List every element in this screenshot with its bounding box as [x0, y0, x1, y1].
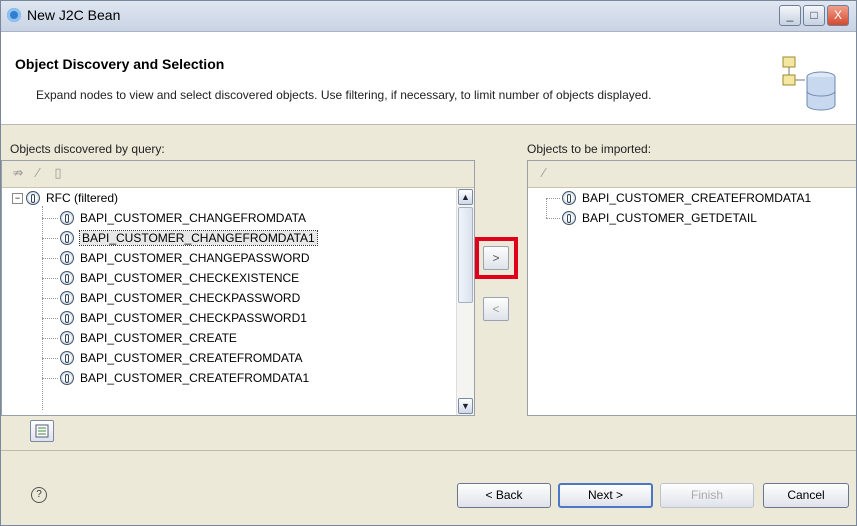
- back-button[interactable]: < Back: [457, 483, 551, 508]
- list-item[interactable]: BAPI_CUSTOMER_CREATEFROMDATA1: [42, 368, 309, 388]
- tree-node-rfc[interactable]: RFC (filtered): [26, 188, 118, 208]
- list-item[interactable]: BAPI_CUSTOMER_CREATEFROMDATA1: [546, 188, 811, 208]
- maximize-button[interactable]: □: [803, 5, 825, 26]
- help-icon[interactable]: ?: [31, 487, 47, 503]
- list-item[interactable]: BAPI_CUSTOMER_CHECKPASSWORD1: [42, 308, 307, 328]
- discovered-objects-panel: ⇏ ⁄ ▯ − RFC (filtered) BAPI_CUSTOMER_CHA…: [1, 160, 475, 416]
- remove-from-import-button[interactable]: <: [483, 297, 509, 321]
- import-objects-label: Objects to be imported:: [527, 142, 652, 156]
- app-icon: [7, 8, 21, 22]
- scroll-thumb[interactable]: [458, 207, 473, 303]
- function-icon: [562, 190, 576, 205]
- minimize-button[interactable]: _: [779, 5, 801, 26]
- list-item[interactable]: BAPI_CUSTOMER_CHECKEXISTENCE: [42, 268, 299, 288]
- function-icon: [60, 270, 74, 285]
- list-item[interactable]: BAPI_CUSTOMER_CHANGEFROMDATA: [42, 208, 306, 228]
- window-title: New J2C Bean: [27, 7, 121, 23]
- book-icon[interactable]: ▯: [50, 165, 66, 181]
- list-item[interactable]: BAPI_CUSTOMER_CREATEFROMDATA: [42, 348, 302, 368]
- wizard-banner: Object Discovery and Selection Expand no…: [1, 32, 856, 125]
- details-toggle-button[interactable]: [30, 420, 54, 442]
- list-item[interactable]: BAPI_CUSTOMER_CREATE: [42, 328, 237, 348]
- import-objects-panel: ⁄ BAPI_CUSTOMER_CREATEFROMDATA1 BAPI_CUS…: [527, 160, 856, 416]
- function-icon: [60, 210, 74, 225]
- list-item[interactable]: BAPI_CUSTOMER_CHANGEPASSWORD: [42, 248, 310, 268]
- discovered-toolbar: ⇏ ⁄ ▯: [2, 161, 474, 188]
- import-toolbar: ⁄: [528, 161, 856, 188]
- list-item[interactable]: BAPI_CUSTOMER_GETDETAIL: [546, 208, 757, 228]
- scroll-up-button[interactable]: ▲: [458, 189, 473, 205]
- function-icon: [60, 350, 74, 365]
- next-button[interactable]: Next >: [558, 483, 653, 508]
- list-view-icon: [35, 424, 49, 438]
- vertical-scrollbar[interactable]: ▲ ▼: [456, 188, 474, 415]
- function-icon: [60, 330, 74, 345]
- title-bar: New J2C Bean _ □ X: [1, 1, 856, 32]
- import-objects-tree: BAPI_CUSTOMER_CREATEFROMDATA1 BAPI_CUSTO…: [528, 188, 856, 415]
- function-icon: [60, 290, 74, 305]
- cancel-button[interactable]: Cancel: [763, 483, 849, 508]
- collapse-toggle[interactable]: −: [12, 193, 23, 204]
- list-item[interactable]: BAPI_CUSTOMER_CHECKPASSWORD: [42, 288, 300, 308]
- rfc-node-label: RFC (filtered): [46, 191, 119, 205]
- edit-icon[interactable]: ⁄: [30, 165, 46, 181]
- close-button[interactable]: X: [827, 5, 849, 26]
- page-title: Object Discovery and Selection: [15, 56, 225, 72]
- discovered-objects-tree: − RFC (filtered) BAPI_CUSTOMER_CHANGEFRO…: [2, 188, 456, 415]
- function-icon: [60, 370, 74, 385]
- filter-icon[interactable]: ⇏: [10, 165, 26, 181]
- highlight-box: [475, 237, 518, 279]
- function-icon: [562, 210, 576, 225]
- page-description: Expand nodes to view and select discover…: [36, 88, 652, 102]
- wizard-window: New J2C Bean _ □ X Object Discovery and …: [0, 0, 857, 526]
- edit-icon[interactable]: ⁄: [536, 165, 552, 181]
- database-wizard-icon: [782, 56, 836, 111]
- discovered-objects-label: Objects discovered by query:: [10, 142, 165, 156]
- list-item-selected[interactable]: BAPI_CUSTOMER_CHANGEFROMDATA1: [42, 228, 318, 248]
- finish-button[interactable]: Finish: [660, 483, 754, 508]
- footer-separator: [1, 450, 856, 451]
- function-icon: [60, 230, 74, 245]
- scroll-down-button[interactable]: ▼: [458, 398, 473, 414]
- rfc-folder-icon: [26, 190, 40, 205]
- function-icon: [60, 250, 74, 265]
- function-icon: [60, 310, 74, 325]
